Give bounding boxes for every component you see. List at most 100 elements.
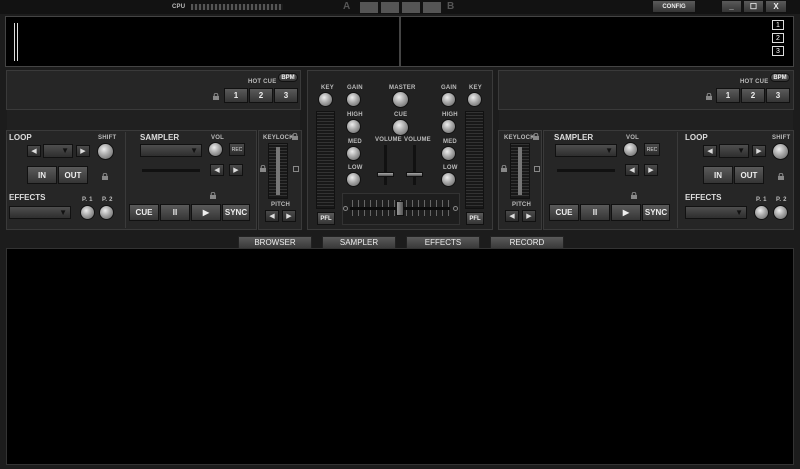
crossfader-end-left: [343, 206, 348, 211]
gain-label-right: GAIN: [441, 85, 457, 91]
config-button[interactable]: CONFIG: [652, 0, 696, 13]
low-knob-left[interactable]: [346, 172, 361, 187]
play-button[interactable]: ▶: [191, 204, 221, 221]
sampler-next-button[interactable]: ▶: [644, 164, 658, 176]
effect-p1-knob[interactable]: [80, 205, 95, 220]
sync-button[interactable]: SYNC: [222, 204, 250, 221]
sampler-vol-knob[interactable]: [623, 142, 638, 157]
key-knob-right[interactable]: [467, 92, 482, 107]
effect-p2-knob[interactable]: [773, 205, 788, 220]
waveform-right[interactable]: [400, 16, 794, 67]
loop-label: LOOP: [685, 133, 708, 142]
loop-next-button[interactable]: ▶: [752, 145, 766, 157]
effect-p2-label: P. 2: [776, 197, 787, 203]
cue-button[interactable]: CUE: [129, 204, 159, 221]
cue-mix-label: CUE: [394, 112, 408, 118]
effect-p1-label: P. 1: [756, 197, 767, 203]
loop-size-select[interactable]: ▼: [719, 144, 749, 158]
pause-button[interactable]: II: [160, 204, 190, 221]
mixer-key-label-right: KEY: [469, 85, 482, 91]
loop-prev-button[interactable]: ◀: [703, 145, 717, 157]
pitch-up-button[interactable]: ▶: [282, 210, 296, 222]
pitch-down-button[interactable]: ◀: [505, 210, 519, 222]
pitch-reset-icon[interactable]: [534, 166, 540, 172]
sampler-prev-button[interactable]: ◀: [625, 164, 639, 176]
effects-select[interactable]: ▼: [685, 206, 747, 219]
pitch-up-button[interactable]: ▶: [522, 210, 536, 222]
hot-cue-1-button[interactable]: 1: [716, 88, 740, 103]
effects-select[interactable]: ▼: [9, 206, 71, 219]
hot-cue-3-button[interactable]: 3: [766, 88, 790, 103]
effect-p2-knob[interactable]: [99, 205, 114, 220]
low-knob-right[interactable]: [441, 172, 456, 187]
sync-button[interactable]: SYNC: [642, 204, 670, 221]
crossfader-indicator: [360, 2, 442, 13]
shift-knob[interactable]: [772, 143, 789, 160]
waveform-left[interactable]: [5, 16, 400, 67]
loop-next-button[interactable]: ▶: [76, 145, 90, 157]
hot-cue-2-button[interactable]: 2: [741, 88, 765, 103]
loop-prev-button[interactable]: ◀: [27, 145, 41, 157]
pfl-button-left[interactable]: PFL: [317, 212, 335, 225]
volume-label-left: VOLUME: [375, 137, 402, 143]
pfl-button-right[interactable]: PFL: [466, 212, 484, 225]
effect-p1-knob[interactable]: [754, 205, 769, 220]
pause-button[interactable]: II: [580, 204, 610, 221]
layout-button-2[interactable]: 2: [772, 33, 784, 43]
sampler-rec-button[interactable]: REC: [644, 143, 660, 156]
hot-cue-2-button[interactable]: 2: [249, 88, 273, 103]
volume-fader-right[interactable]: [406, 172, 423, 177]
pitch-down-button[interactable]: ◀: [265, 210, 279, 222]
hot-cue-1-button[interactable]: 1: [224, 88, 248, 103]
cue-button[interactable]: CUE: [549, 204, 579, 221]
key-knob-left[interactable]: [318, 92, 333, 107]
layout-button-3[interactable]: 3: [772, 46, 784, 56]
sampler-select[interactable]: ▼: [555, 144, 617, 157]
med-knob-left[interactable]: [346, 146, 361, 161]
pitch-slider-handle[interactable]: [518, 147, 522, 195]
minimize-button[interactable]: _: [721, 0, 742, 13]
high-knob-left[interactable]: [346, 119, 361, 134]
crossfader-handle[interactable]: [396, 201, 404, 216]
loop-label: LOOP: [9, 133, 32, 142]
hot-cue-3-button[interactable]: 3: [274, 88, 298, 103]
master-label: MASTER: [389, 85, 416, 91]
maximize-button[interactable]: ☐: [743, 0, 764, 13]
sampler-vol-knob[interactable]: [208, 142, 223, 157]
cue-mix-knob[interactable]: [392, 119, 409, 136]
high-knob-right[interactable]: [441, 119, 456, 134]
close-button[interactable]: X: [765, 0, 787, 13]
loop-out-button[interactable]: OUT: [58, 166, 88, 184]
med-label-left: MED: [348, 139, 362, 145]
gain-knob-right[interactable]: [441, 92, 456, 107]
volume-label-right: VOLUME: [404, 137, 431, 143]
sampler-select[interactable]: ▼: [140, 144, 202, 157]
browser-panel[interactable]: [6, 248, 794, 465]
sampler-next-button[interactable]: ▶: [229, 164, 243, 176]
sampler-rec-button[interactable]: REC: [229, 143, 245, 156]
effect-p2-label: P. 2: [102, 197, 113, 203]
bpm-button[interactable]: BPM: [770, 73, 790, 82]
layout-button-1[interactable]: 1: [772, 20, 784, 30]
loop-size-select[interactable]: ▼: [43, 144, 73, 158]
med-knob-right[interactable]: [441, 146, 456, 161]
loop-in-button[interactable]: IN: [703, 166, 733, 184]
lock-icon: [102, 173, 108, 180]
sampler-prev-button[interactable]: ◀: [210, 164, 224, 176]
deck-b-label: B: [447, 1, 455, 12]
pitch-reset-icon[interactable]: [293, 166, 299, 172]
lock-icon: [706, 93, 712, 100]
deck-left-info-divider: [7, 109, 300, 131]
hot-cue-label: HOT CUE: [248, 79, 277, 85]
bpm-button[interactable]: BPM: [278, 73, 298, 82]
volume-fader-left[interactable]: [377, 172, 394, 177]
shift-knob[interactable]: [97, 143, 114, 160]
play-button[interactable]: ▶: [611, 204, 641, 221]
loop-in-button[interactable]: IN: [27, 166, 57, 184]
loop-divider: [677, 132, 678, 228]
loop-out-button[interactable]: OUT: [734, 166, 764, 184]
gain-knob-left[interactable]: [346, 92, 361, 107]
master-knob[interactable]: [392, 91, 409, 108]
pitch-slider-handle[interactable]: [276, 147, 280, 195]
lock-icon: [210, 192, 216, 199]
